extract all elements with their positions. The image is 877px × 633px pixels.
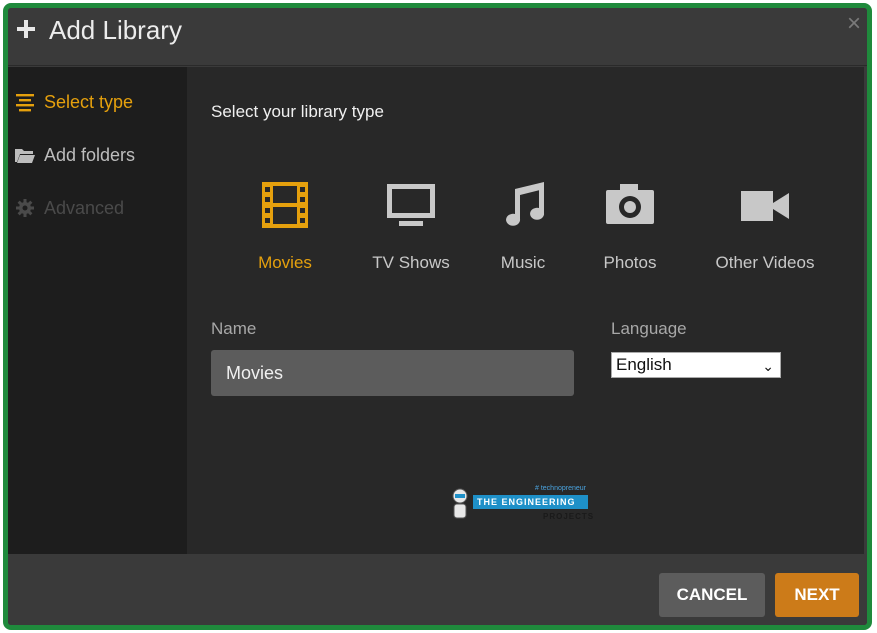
language-select[interactable]: English ⌄ xyxy=(611,352,781,378)
dialog-title: Add Library xyxy=(49,15,182,45)
sidebar: Select type Add folders Advanced xyxy=(8,67,187,554)
sidebar-item-label: Select type xyxy=(44,91,134,112)
type-label: Movies xyxy=(258,253,312,272)
watermark-sub: PROJECTS xyxy=(543,512,595,521)
type-label: Photos xyxy=(603,253,657,272)
type-other-videos[interactable]: Other Videos xyxy=(707,177,823,273)
next-button[interactable]: NEXT xyxy=(775,573,859,617)
type-label: Other Videos xyxy=(715,253,815,272)
list-icon xyxy=(16,94,34,112)
watermark-logo: # technopreneur THE ENGINEERING PROJECTS xyxy=(445,481,595,523)
film-icon xyxy=(262,182,308,228)
name-label: Name xyxy=(211,319,257,338)
gear-icon xyxy=(16,199,34,217)
sidebar-item-label: Add folders xyxy=(44,144,136,165)
library-type-list: Movies TV Shows Music Photos Other Video… xyxy=(187,167,864,272)
folder-open-icon xyxy=(15,149,35,163)
cancel-button[interactable]: CANCEL xyxy=(659,573,765,617)
sidebar-item-add-folders[interactable]: Add folders xyxy=(14,141,135,169)
page-title: Select your library type xyxy=(211,102,384,121)
camera-icon xyxy=(606,184,654,224)
type-photos[interactable]: Photos xyxy=(595,177,665,273)
music-note-icon xyxy=(506,182,545,226)
main-panel: Select your library type Movies TV Shows… xyxy=(187,67,864,554)
sidebar-item-advanced: Advanced xyxy=(14,194,124,222)
chevron-down-icon: ⌄ xyxy=(762,358,774,374)
type-movies[interactable]: Movies xyxy=(245,177,325,273)
type-music[interactable]: Music xyxy=(493,177,553,273)
name-field[interactable] xyxy=(211,350,574,396)
video-camera-icon xyxy=(741,191,789,221)
language-label: Language xyxy=(611,319,687,338)
close-icon[interactable]: × xyxy=(847,12,861,36)
add-library-dialog: Add Library × Select type Add folders Ad… xyxy=(3,3,872,630)
type-tv-shows[interactable]: TV Shows xyxy=(363,177,459,273)
tv-icon xyxy=(387,184,435,226)
type-label: Music xyxy=(500,253,546,272)
type-label: TV Shows xyxy=(372,253,450,272)
plus-icon xyxy=(15,18,37,40)
sidebar-item-label: Advanced xyxy=(44,197,125,218)
watermark-band: THE ENGINEERING xyxy=(473,495,588,509)
dialog-header: Add Library × xyxy=(8,8,867,66)
dialog-footer: CANCEL NEXT xyxy=(8,554,867,625)
sidebar-item-select-type[interactable]: Select type xyxy=(14,88,133,116)
watermark-tag: # technopreneur xyxy=(535,485,586,492)
robot-icon xyxy=(452,488,468,519)
language-value: English xyxy=(616,355,672,374)
